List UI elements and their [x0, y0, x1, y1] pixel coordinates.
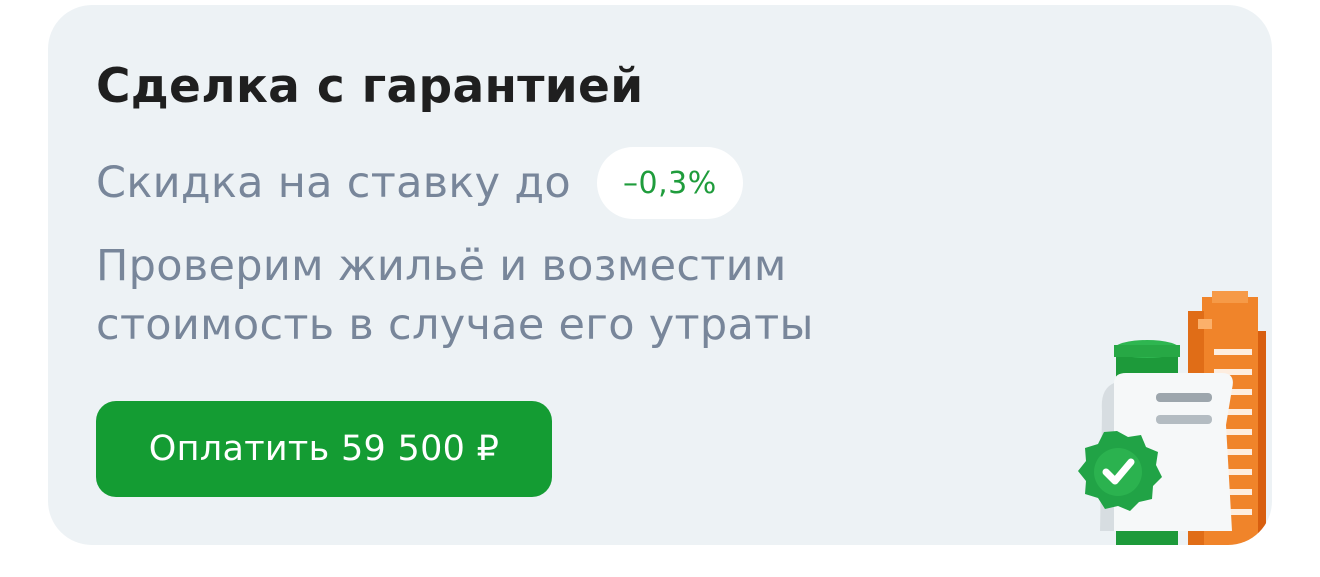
guarantee-offer-card[interactable]: Сделка с гарантией Скидка на ставку до –…: [48, 5, 1272, 545]
offer-title: Сделка с гарантией: [96, 59, 644, 114]
discount-label: Скидка на ставку до: [96, 158, 572, 208]
pay-button[interactable]: Оплатить 59 500 ₽: [96, 401, 552, 497]
discount-row: Скидка на ставку до –0,3%: [96, 147, 743, 219]
document-guarantee-building-icon: [1078, 291, 1266, 545]
discount-badge: –0,3%: [597, 147, 743, 219]
offer-description: Проверим жильё и возместим стоимость в с…: [96, 241, 814, 350]
